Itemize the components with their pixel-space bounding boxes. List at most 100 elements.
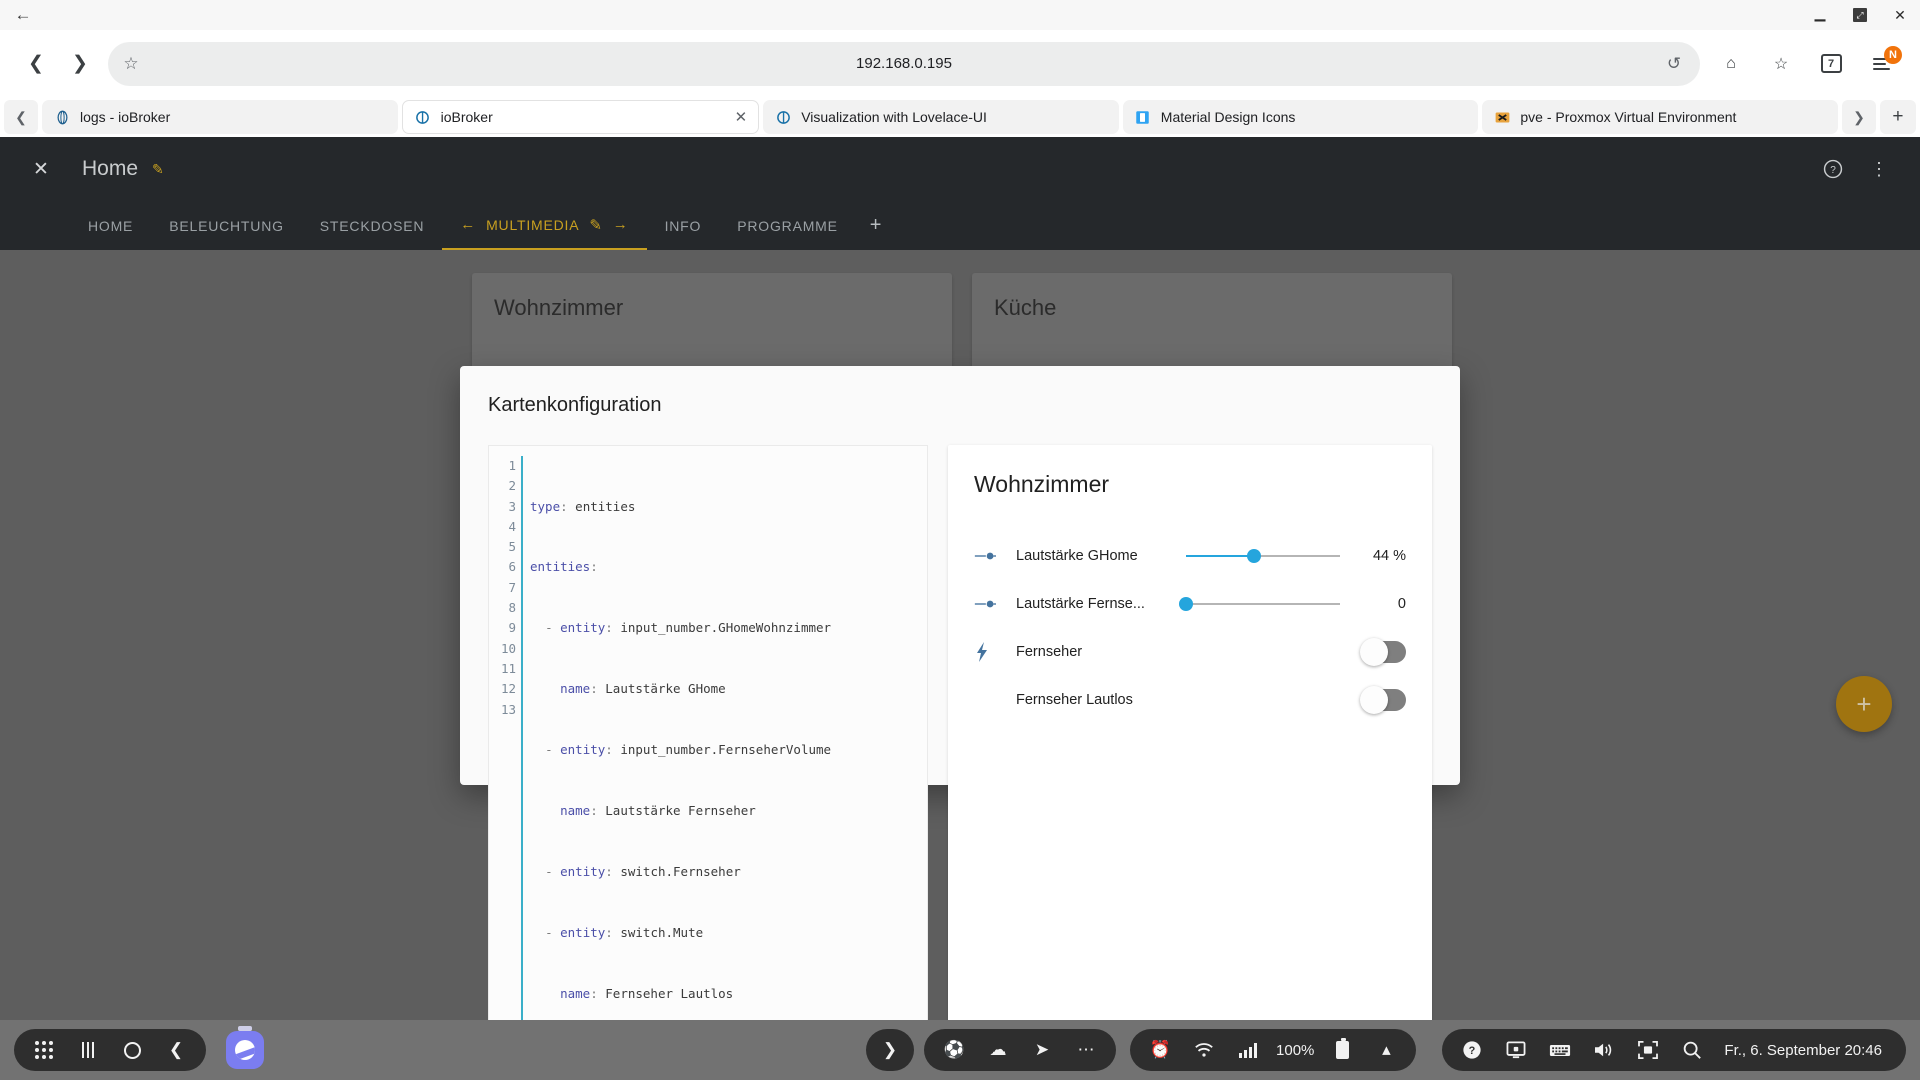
browser-tab-visualization-lovelace[interactable]: Visualization with Lovelace-UI (763, 100, 1119, 134)
favorites-star-icon[interactable]: ☆ (1756, 42, 1806, 86)
ha-tab-beleuchtung[interactable]: BELEUCHTUNG (151, 201, 302, 250)
tab-strip: ❮ logs - ioBroker ioBroker ✕ Visualizati… (0, 97, 1920, 137)
tray-expand-pill[interactable]: ❯ (866, 1029, 914, 1071)
football-icon[interactable]: ⚽ (934, 1029, 974, 1071)
home-icon[interactable]: ⌂ (1706, 42, 1756, 86)
chevron-up-icon[interactable]: ▴ (1366, 1029, 1406, 1071)
code-line: - entity: input_number.GHomeWohnzimmer (530, 618, 927, 638)
menu-icon[interactable]: N (1856, 42, 1906, 86)
preview-slider[interactable] (1186, 555, 1340, 557)
card-title: Wohnzimmer (494, 295, 930, 321)
preview-toggle[interactable] (1362, 641, 1406, 663)
apps-grid-icon[interactable] (24, 1029, 64, 1071)
line-number: 2 (489, 476, 516, 496)
editor-code-area[interactable]: type: entities entities: - entity: input… (521, 456, 927, 1080)
help-circle-icon[interactable]: ? (1452, 1029, 1492, 1071)
code-line: - entity: switch.Fernseher (530, 862, 927, 882)
ha-tab-label: INFO (665, 218, 702, 234)
screenshot-icon[interactable] (1628, 1029, 1668, 1071)
yaml-editor[interactable]: 1 2 3 4 5 6 7 8 9 10 11 12 13 type: enti… (488, 445, 928, 1080)
dots-vertical-icon[interactable]: ⋮ (1856, 146, 1902, 192)
add-card-fab[interactable]: + (1836, 676, 1892, 732)
arrow-left-icon[interactable]: ← (460, 216, 476, 233)
dialog-body: 1 2 3 4 5 6 7 8 9 10 11 12 13 type: enti… (460, 417, 1460, 1080)
help-circle-icon[interactable]: ? (1810, 146, 1856, 192)
line-number: 10 (489, 639, 516, 659)
chevron-right-icon[interactable]: ❯ (870, 1029, 910, 1071)
browser-tab-material-design-icons[interactable]: Material Design Icons (1123, 100, 1479, 134)
preview-slider[interactable] (1186, 603, 1340, 605)
window-close-button[interactable]: ✕ (1880, 0, 1920, 30)
nav-back-button[interactable]: ❮ (14, 42, 58, 86)
preview-row-name: Fernseher (1016, 644, 1174, 660)
preview-toggle[interactable] (1362, 689, 1406, 711)
ha-tab-steckdosen[interactable]: STECKDOSEN (302, 201, 442, 250)
wifi-icon[interactable] (1184, 1029, 1224, 1071)
tab-stack-icon[interactable]: 7 (1806, 42, 1856, 86)
tab-scroll-right-button[interactable]: ❯ (1842, 100, 1876, 134)
code-line: name: Fernseher Lautlos (530, 984, 927, 1004)
browser-tab-logs-iobroker[interactable]: logs - ioBroker (42, 100, 398, 134)
nav-forward-button[interactable]: ❯ (58, 42, 102, 86)
line-number: 4 (489, 517, 516, 537)
pencil-icon[interactable]: ✎ (589, 216, 602, 234)
iobroker-logo-icon (53, 108, 71, 126)
address-bar-text: 192.168.0.195 (108, 55, 1700, 72)
page-title: Home (82, 157, 138, 181)
browser-app-icon[interactable] (226, 1031, 264, 1069)
line-number: 8 (489, 598, 516, 618)
ha-tab-label: PROGRAMME (737, 218, 838, 234)
tab-scroll-left-button[interactable]: ❮ (4, 100, 38, 134)
tab-label: logs - ioBroker (80, 109, 387, 125)
ha-tab-multimedia[interactable]: ← MULTIMEDIA ✎ → (442, 201, 646, 250)
signal-bars-icon[interactable] (1228, 1029, 1268, 1071)
line-number: 13 (489, 700, 516, 720)
new-tab-button[interactable]: + (1880, 100, 1916, 134)
telegram-icon[interactable]: ➤ (1022, 1029, 1062, 1071)
display-lock-icon[interactable] (1496, 1029, 1536, 1071)
line-number: 1 (489, 456, 516, 476)
keyboard-icon[interactable] (1540, 1029, 1580, 1071)
taskbar-clock[interactable]: Fr., 6. September 20:46 (1716, 1042, 1896, 1059)
planet-glyph (235, 1040, 255, 1060)
ha-tab-label: HOME (88, 218, 133, 234)
preview-row-value: 44 % (1352, 548, 1406, 564)
alarm-clock-icon[interactable]: ⏰ (1140, 1029, 1180, 1071)
back-chevron-icon[interactable]: ❮ (156, 1029, 196, 1071)
preview-row-fernseher-lautlos: Fernseher Lautlos (974, 676, 1406, 724)
tab-label: pve - Proxmox Virtual Environment (1520, 109, 1827, 125)
tab-label: Material Design Icons (1161, 109, 1468, 125)
window-minimize-button[interactable]: ▁ (1800, 0, 1840, 30)
arrow-right-icon[interactable]: → (613, 216, 629, 233)
tray-icons-pill: ⚽ ☁ ➤ ⋯ (924, 1029, 1116, 1071)
ha-top-bar: ✕ Home ✎ ? ⋮ (0, 137, 1920, 201)
notification-badge: N (1884, 46, 1902, 64)
circle-glyph (124, 1042, 141, 1059)
pencil-icon[interactable]: ✎ (152, 161, 164, 178)
svg-text:?: ? (1469, 1045, 1476, 1057)
cloud-icon[interactable]: ☁ (978, 1029, 1018, 1071)
ha-tab-programme[interactable]: PROGRAMME (719, 201, 856, 250)
preview-row-lautstaerke-ghome: Lautstärke GHome 44 % (974, 532, 1406, 580)
address-bar[interactable]: ☆ 192.168.0.195 ↺ (108, 42, 1700, 86)
tab-label: ioBroker (441, 109, 726, 125)
volume-high-icon[interactable] (1584, 1029, 1624, 1071)
ha-tab-info[interactable]: INFO (647, 201, 720, 250)
ellipsis-icon[interactable]: ⋯ (1066, 1029, 1106, 1071)
browser-tab-pve-proxmox[interactable]: pve - Proxmox Virtual Environment (1482, 100, 1838, 134)
window-back-button[interactable]: ← (0, 0, 46, 30)
add-view-button[interactable]: + (856, 201, 896, 250)
tab-close-icon[interactable]: ✕ (735, 108, 748, 126)
ha-close-edit-button[interactable]: ✕ (18, 146, 64, 192)
recents-icon[interactable] (68, 1029, 108, 1071)
status-pill: ⏰ 100% ▴ (1130, 1029, 1416, 1071)
browser-tab-iobroker[interactable]: ioBroker ✕ (402, 100, 760, 134)
ha-tab-label: BELEUCHTUNG (169, 218, 284, 234)
editor-line-numbers: 1 2 3 4 5 6 7 8 9 10 11 12 13 (489, 456, 521, 1080)
window-maximize-button[interactable]: ⤢ (1840, 0, 1880, 30)
preview-row-value: 0 (1352, 596, 1406, 612)
ha-tab-home[interactable]: HOME (70, 201, 151, 250)
reload-icon[interactable]: ↺ (1656, 46, 1692, 82)
home-circle-icon[interactable] (112, 1029, 152, 1071)
search-icon[interactable] (1672, 1029, 1712, 1071)
